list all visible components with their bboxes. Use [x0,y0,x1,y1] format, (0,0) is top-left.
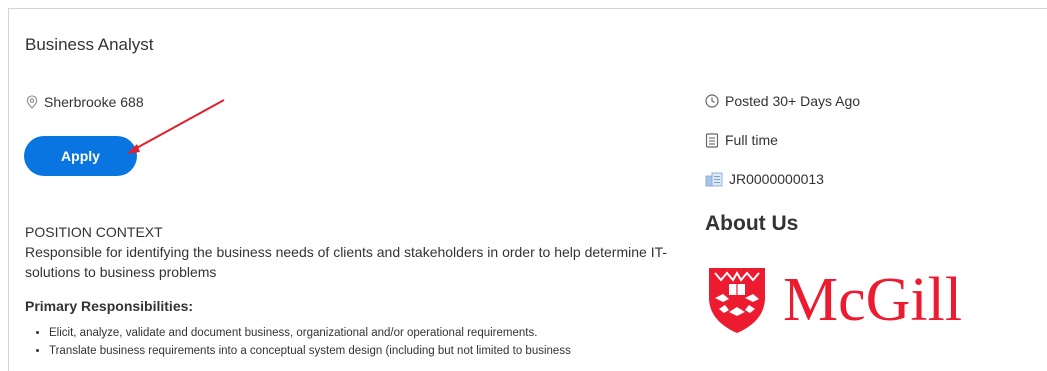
location-label: Sherbrooke 688 [44,94,144,110]
list-item: Translate business requirements into a c… [49,342,685,360]
mcgill-wordmark: McGill [783,266,963,334]
job-title: Business Analyst [25,35,154,54]
apply-button[interactable]: Apply [24,136,137,176]
job-id: JR0000000013 [729,171,824,187]
id-card-icon [705,172,723,186]
about-us-heading: About Us [705,212,799,235]
time-type-row: Full time [705,132,778,148]
document-icon [705,132,719,148]
position-context-heading: POSITION CONTEXT [25,224,163,240]
location-pin-icon [26,95,38,109]
job-description: POSITION CONTEXT Responsible for identif… [25,222,685,360]
job-location: Sherbrooke 688 [26,94,144,110]
posted-date: Posted 30+ Days Ago [725,93,861,109]
mcgill-logo: McGill [705,264,962,336]
job-id-row: JR0000000013 [705,171,824,187]
job-sidebar: Posted 30+ Days Ago Full time JR00000000… [705,9,1045,371]
responsibilities-list: Elicit, analyze, validate and document b… [25,324,685,360]
shield-crest-icon [709,268,765,333]
posted-date-row: Posted 30+ Days Ago [705,93,860,109]
position-context-text: Responsible for identifying the business… [25,244,668,280]
job-posting-panel: Business Analyst Sherbrooke 688 Apply PO… [8,8,1047,371]
clock-icon [705,94,719,108]
time-type: Full time [725,132,778,148]
list-item: Elicit, analyze, validate and document b… [49,324,685,342]
responsibilities-heading: Primary Responsibilities: [25,298,194,314]
